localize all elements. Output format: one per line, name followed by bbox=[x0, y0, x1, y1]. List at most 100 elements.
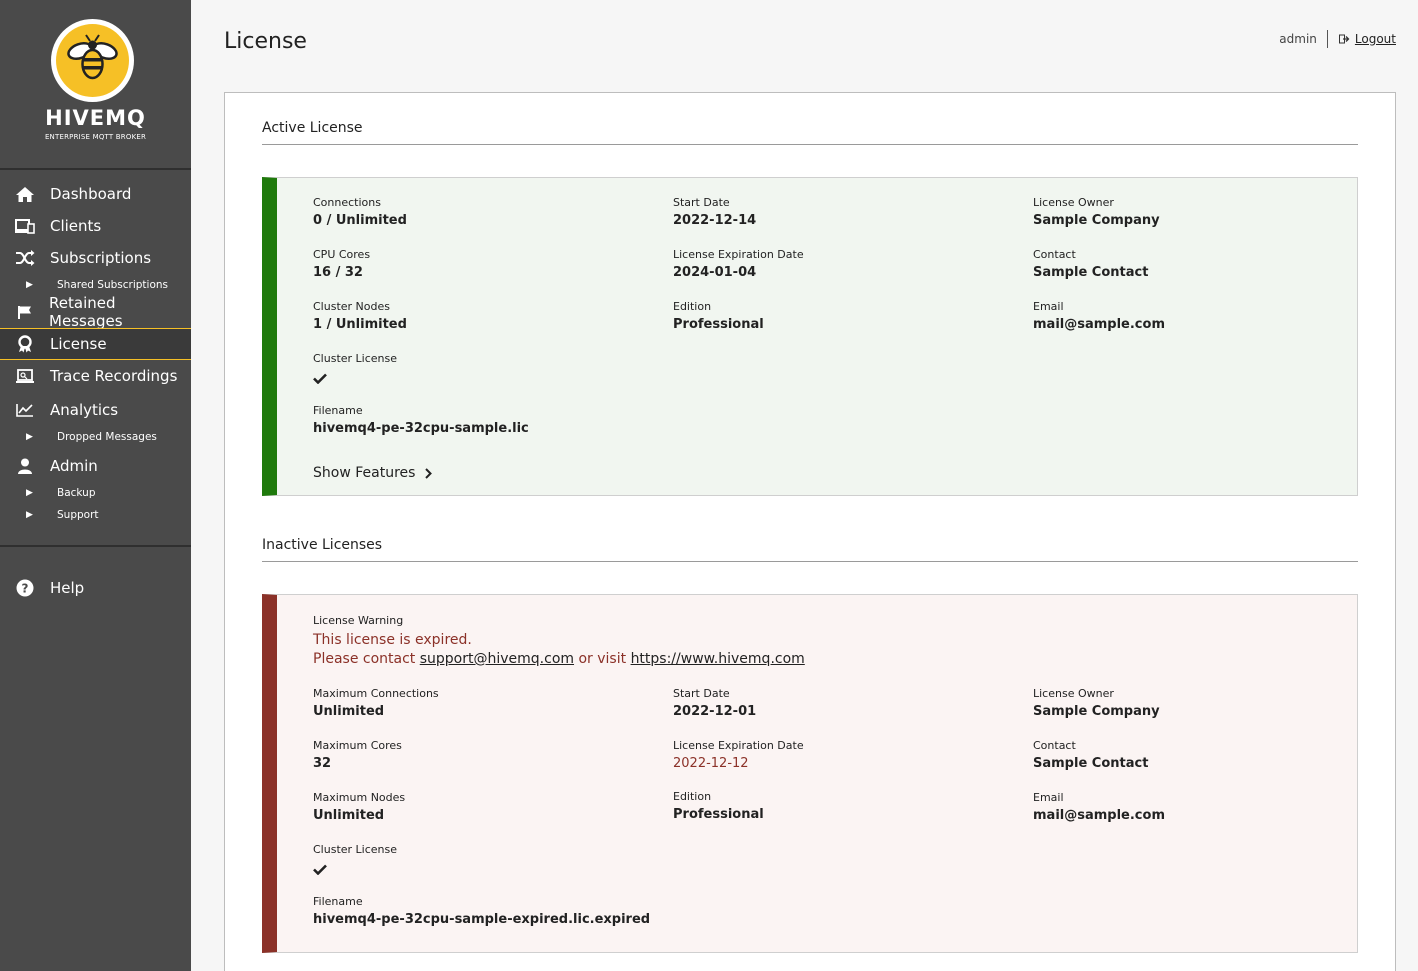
sidebar-item-support[interactable]: ▶ Support bbox=[0, 504, 191, 526]
cluster-nodes-value: 1 / Unlimited bbox=[313, 317, 407, 332]
sidebar-item-label: Analytics bbox=[50, 401, 119, 419]
license-owner-value: Sample Company bbox=[1033, 213, 1160, 228]
sidebar-item-label: Clients bbox=[50, 217, 102, 235]
sidebar-item-retained-messages[interactable]: Retained Messages bbox=[0, 294, 191, 330]
support-email-link[interactable]: support@hivemq.com bbox=[420, 651, 574, 667]
brand-name: HIVEMQ bbox=[45, 106, 146, 130]
svg-text:?: ? bbox=[22, 582, 29, 596]
sidebar-item-label: Trace Recordings bbox=[50, 367, 178, 385]
sidebar-item-backup[interactable]: ▶ Backup bbox=[0, 482, 191, 504]
inactive-license-card: License Warning This license is expired.… bbox=[262, 594, 1358, 953]
license-owner-field: License Owner Sample Company bbox=[1033, 196, 1160, 228]
contact-value: Sample Contact bbox=[1033, 756, 1149, 771]
email-field: Email mail@sample.com bbox=[1033, 300, 1165, 332]
max-nodes-field: Maximum Nodes Unlimited bbox=[313, 791, 406, 823]
start-date-value: 2022-12-14 bbox=[673, 213, 757, 228]
email-value: mail@sample.com bbox=[1033, 808, 1165, 823]
filename-field: Filename hivemq4-pe-32cpu-sample.lic bbox=[313, 404, 529, 436]
logout-icon bbox=[1338, 34, 1350, 44]
caret-right-icon: ▶ bbox=[26, 432, 33, 442]
inactive-licenses-title: Inactive Licenses bbox=[262, 537, 383, 553]
brand-tagline: ENTERPRISE MQTT BROKER bbox=[44, 133, 147, 141]
sidebar-item-shared-subscriptions[interactable]: ▶ Shared Subscriptions bbox=[0, 274, 191, 296]
max-cores-value: 32 bbox=[313, 756, 332, 771]
contact-value: Sample Contact bbox=[1033, 265, 1149, 280]
sidebar-item-clients[interactable]: Clients bbox=[0, 210, 191, 242]
filename-value: hivemq4-pe-32cpu-sample-expired.lic.expi… bbox=[313, 912, 651, 927]
sidebar-nav: Dashboard Clients Subscriptions ▶ Shared… bbox=[0, 178, 191, 526]
start-date-field: Start Date 2022-12-14 bbox=[673, 196, 757, 228]
expiration-date-field: License Expiration Date 2024-01-04 bbox=[673, 248, 804, 280]
warning-message: This license is expired. Please contact … bbox=[313, 632, 805, 667]
max-cores-field: Maximum Cores 32 bbox=[313, 739, 402, 771]
page-title: License bbox=[224, 29, 307, 54]
show-features-label: Show Features bbox=[313, 465, 416, 481]
email-value: mail@sample.com bbox=[1033, 317, 1165, 332]
expiration-date-value: 2024-01-04 bbox=[673, 265, 757, 280]
expiration-date-field: License Expiration Date 2022-12-12 bbox=[673, 739, 804, 771]
sidebar-item-label: Admin bbox=[50, 457, 98, 475]
max-connections-value: Unlimited bbox=[313, 704, 385, 719]
expiration-date-value: 2022-12-12 bbox=[673, 756, 749, 771]
contact-field: Contact Sample Contact bbox=[1033, 739, 1149, 771]
logout-label: Logout bbox=[1354, 32, 1396, 46]
hivemq-website-link[interactable]: https://www.hivemq.com bbox=[631, 651, 805, 667]
sidebar-item-label: Backup bbox=[57, 487, 96, 499]
logout-link[interactable]: Logout bbox=[1338, 32, 1396, 46]
cluster-nodes-field: Cluster Nodes 1 / Unlimited bbox=[313, 300, 407, 332]
max-nodes-value: Unlimited bbox=[313, 808, 385, 823]
caret-right-icon: ▶ bbox=[26, 488, 33, 498]
cluster-license-field: Cluster License bbox=[313, 843, 397, 879]
sidebar-divider bbox=[0, 545, 191, 547]
sidebar-item-license[interactable]: License bbox=[0, 328, 191, 360]
license-panel: Active License Connections 0 / Unlimited… bbox=[224, 92, 1396, 971]
hivemq-logo[interactable] bbox=[51, 19, 134, 102]
cpu-cores-value: 16 / 32 bbox=[313, 265, 363, 280]
sidebar-item-label: Support bbox=[57, 509, 99, 521]
home-icon bbox=[0, 186, 50, 203]
sidebar-item-trace-recordings[interactable]: Trace Recordings bbox=[0, 360, 191, 392]
award-icon bbox=[0, 335, 50, 353]
sidebar-item-label: Shared Subscriptions bbox=[57, 279, 169, 291]
sidebar: HIVEMQ ENTERPRISE MQTT BROKER Dashboard … bbox=[0, 0, 191, 971]
check-icon bbox=[313, 369, 397, 388]
filename-field: Filename hivemq4-pe-32cpu-sample-expired… bbox=[313, 895, 651, 927]
sidebar-item-label: License bbox=[50, 335, 107, 353]
devices-icon bbox=[0, 218, 50, 234]
shuffle-icon bbox=[0, 250, 50, 266]
edition-field: Edition Professional bbox=[673, 300, 764, 332]
cluster-license-field: Cluster License bbox=[313, 352, 397, 388]
sidebar-item-subscriptions[interactable]: Subscriptions bbox=[0, 242, 191, 274]
start-date-field: Start Date 2022-12-01 bbox=[673, 687, 757, 719]
flag-icon bbox=[0, 305, 49, 319]
section-divider bbox=[262, 561, 1358, 562]
chart-line-icon bbox=[0, 403, 50, 417]
show-features-toggle[interactable]: Show Features bbox=[313, 465, 433, 481]
sidebar-item-admin[interactable]: Admin bbox=[0, 450, 191, 482]
sidebar-item-label: Help bbox=[50, 579, 85, 597]
sidebar-item-dashboard[interactable]: Dashboard bbox=[0, 178, 191, 210]
max-connections-field: Maximum Connections Unlimited bbox=[313, 687, 439, 719]
user-area: admin Logout bbox=[1279, 30, 1396, 48]
connections-value: 0 / Unlimited bbox=[313, 213, 407, 228]
sidebar-item-help[interactable]: ? Help bbox=[0, 574, 191, 602]
cpu-cores-field: CPU Cores 16 / 32 bbox=[313, 248, 371, 280]
sidebar-item-label: Retained Messages bbox=[49, 294, 123, 330]
caret-right-icon: ▶ bbox=[26, 510, 33, 520]
connections-field: Connections 0 / Unlimited bbox=[313, 196, 407, 228]
sidebar-item-label: Dropped Messages bbox=[57, 431, 157, 443]
filename-value: hivemq4-pe-32cpu-sample.lic bbox=[313, 421, 529, 436]
question-circle-icon: ? bbox=[0, 579, 50, 597]
section-divider bbox=[262, 144, 1358, 145]
license-owner-value: Sample Company bbox=[1033, 704, 1160, 719]
email-field: Email mail@sample.com bbox=[1033, 791, 1165, 823]
laptop-icon bbox=[0, 368, 50, 384]
sidebar-item-analytics[interactable]: Analytics bbox=[0, 394, 191, 426]
username: admin bbox=[1279, 30, 1328, 48]
contact-field: Contact Sample Contact bbox=[1033, 248, 1149, 280]
edition-field: Edition Professional bbox=[673, 790, 764, 822]
sidebar-item-dropped-messages[interactable]: ▶ Dropped Messages bbox=[0, 426, 191, 448]
user-icon bbox=[0, 458, 50, 474]
check-icon bbox=[313, 860, 397, 879]
bee-icon bbox=[67, 34, 118, 80]
